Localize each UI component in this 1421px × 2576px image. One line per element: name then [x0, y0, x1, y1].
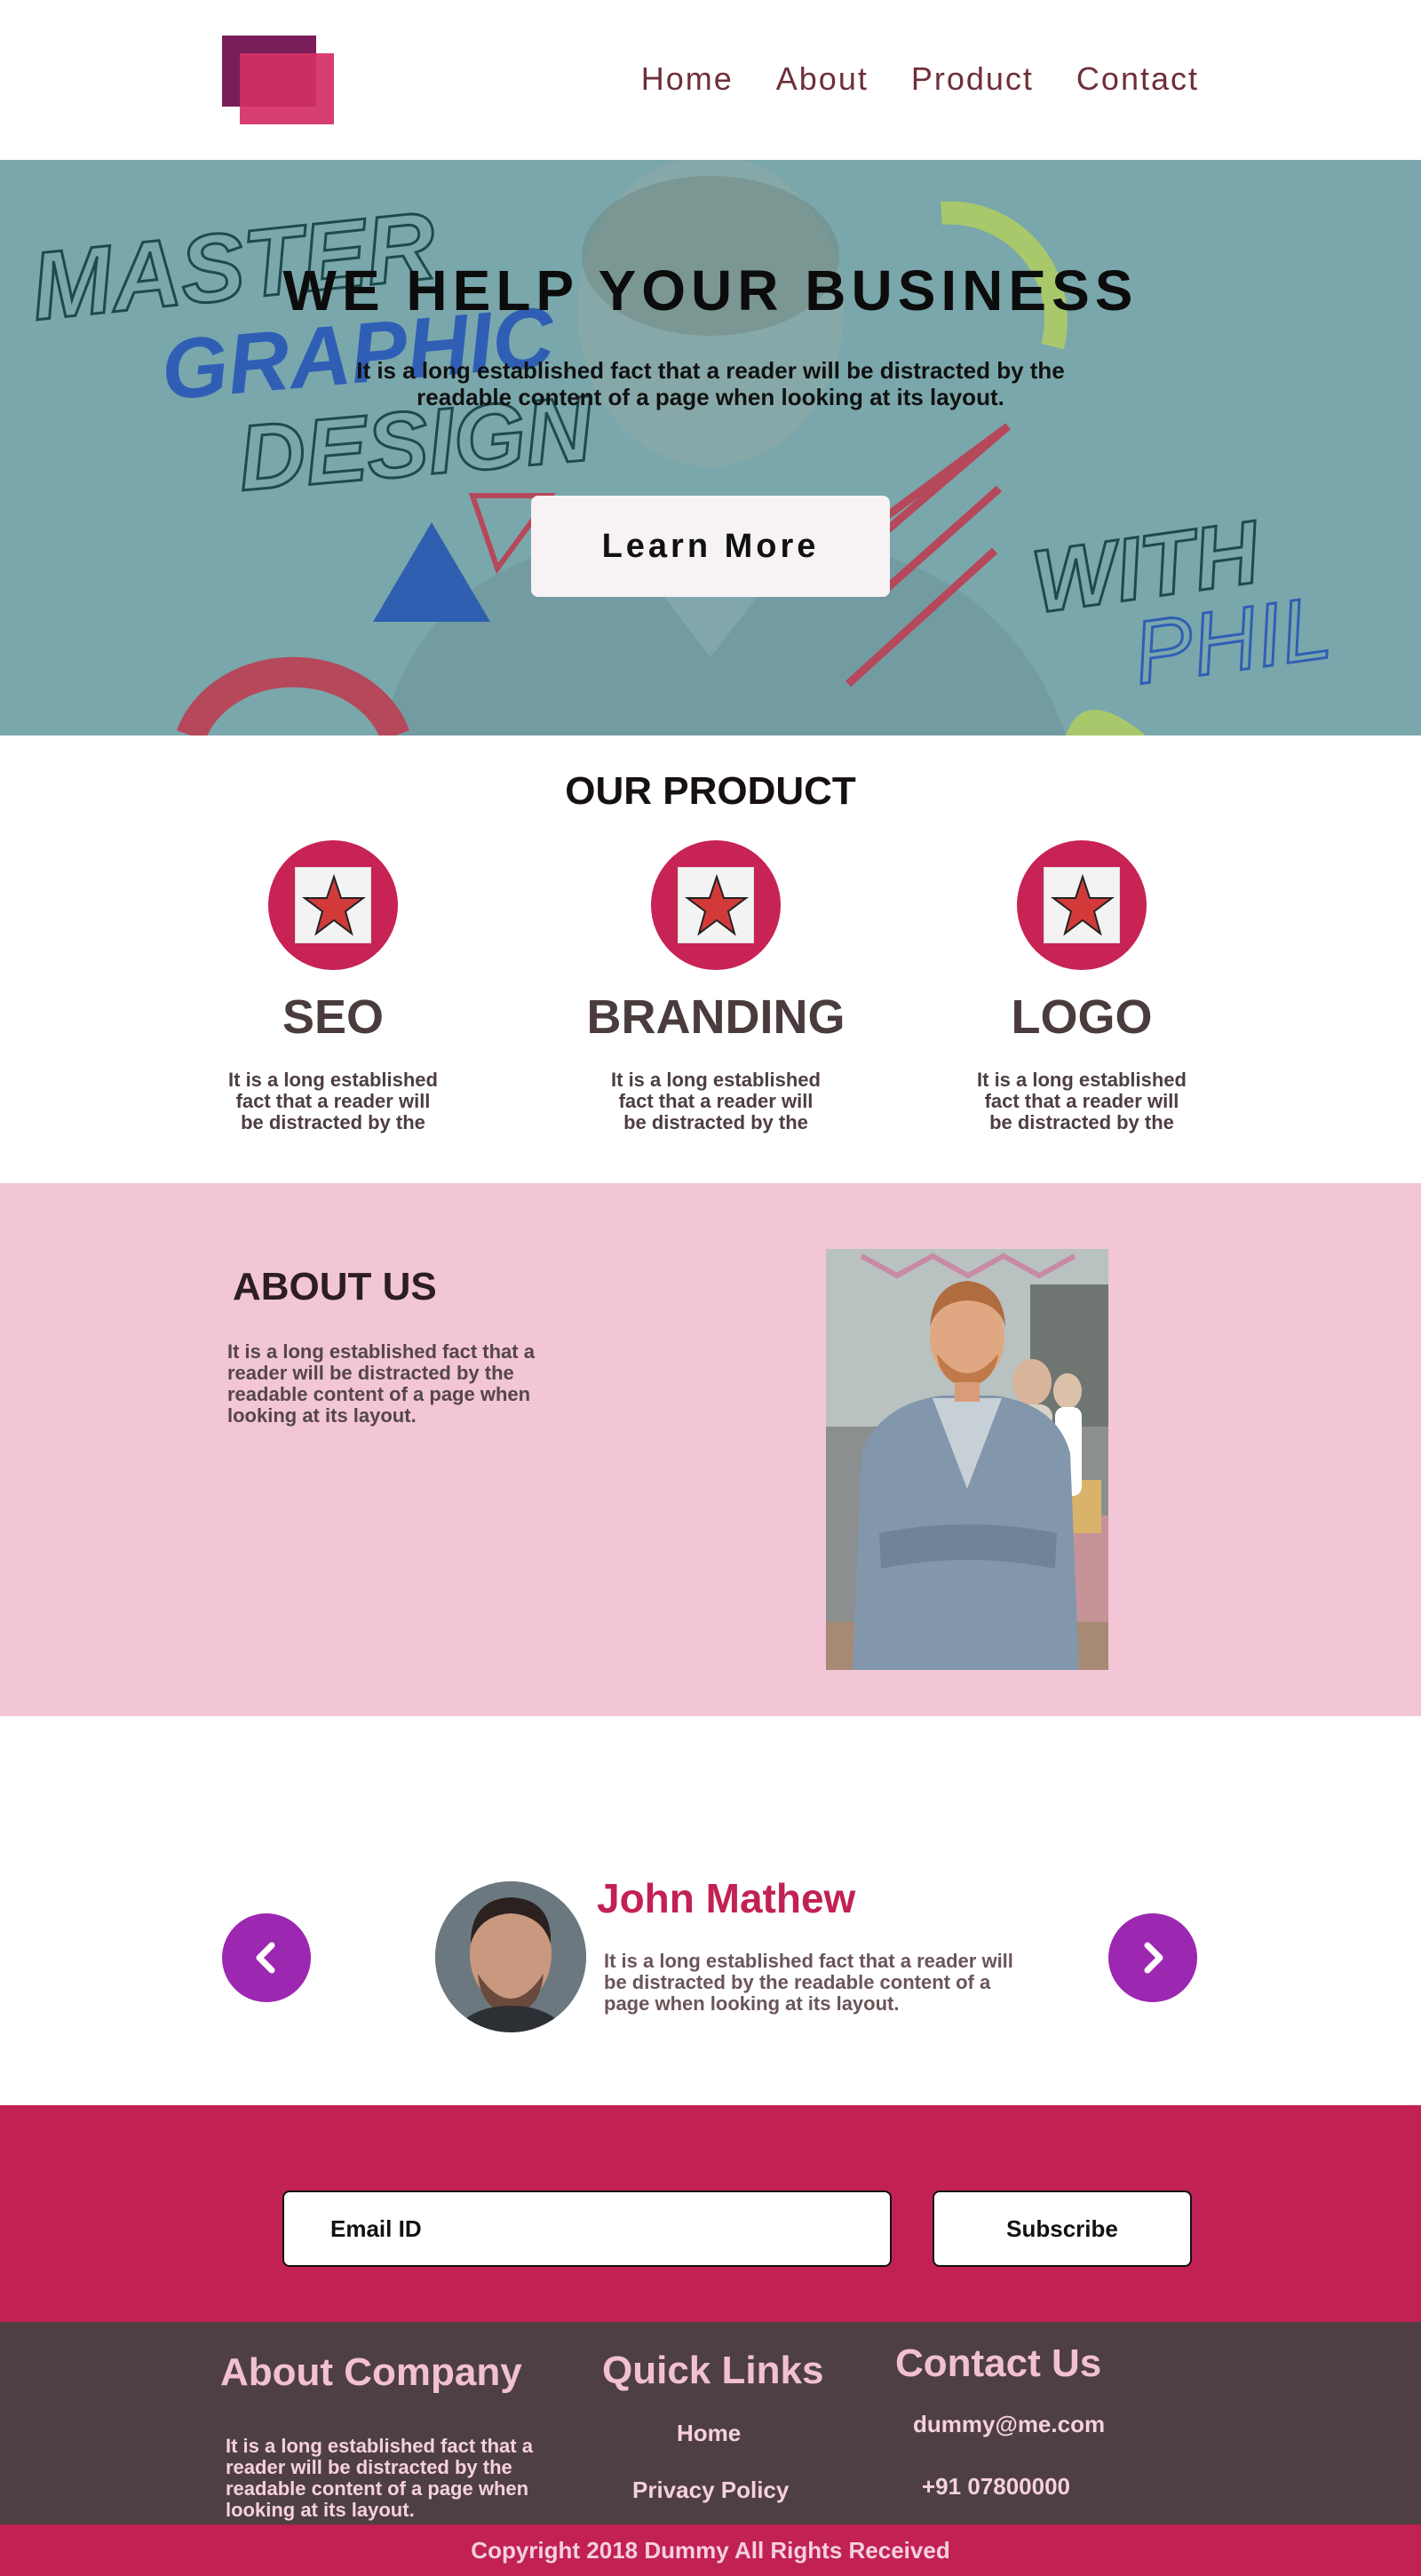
logo-square-front	[240, 53, 334, 124]
hero-graphic-lettering: MASTER GRAPHIC DESIGN WITH PHIL	[25, 189, 1338, 704]
hero-subtitle: It is a long established fact that a rea…	[356, 357, 1065, 410]
nav-home[interactable]: Home	[641, 60, 734, 98]
footer-about-text: It is a long established fact that a rea…	[226, 2435, 533, 2521]
about-title: ABOUT US	[233, 1265, 437, 1308]
about-photo	[826, 1249, 1108, 1670]
next-testimonial-button[interactable]	[1108, 1913, 1197, 2002]
hero-banner: MASTER GRAPHIC DESIGN WITH PHIL WE HELP …	[0, 160, 1421, 735]
testimonial-text: It is a long established fact that a rea…	[604, 1950, 1013, 2015]
email-field[interactable]	[282, 2190, 892, 2267]
products-section: OUR PRODUCT SEO It is a long established…	[0, 735, 1421, 1183]
chevron-right-icon	[1144, 1942, 1163, 1974]
footer-phone-link[interactable]: +91 07800000	[922, 2473, 1070, 2500]
product-name: BRANDING	[586, 990, 845, 1044]
site-footer: About Company It is a long established f…	[0, 2322, 1421, 2524]
testimonial-name: John Mathew	[597, 1875, 856, 1921]
logo[interactable]	[222, 36, 336, 124]
avatar	[435, 1881, 586, 2032]
star-icon	[1044, 867, 1120, 943]
product-desc: It is a long established fact that a rea…	[611, 1069, 821, 1133]
learn-more-button[interactable]: Learn More	[531, 496, 890, 597]
copyright-bar: Copyright 2018 Dummy All Rights Received	[0, 2524, 1421, 2576]
product-icon-circle	[268, 840, 398, 970]
footer-link-home[interactable]: Home	[677, 2420, 741, 2447]
page: Home About Product Contact MASTER GRAPHI…	[0, 0, 1421, 2576]
footer-link-privacy-policy[interactable]: Privacy Policy	[632, 2477, 789, 2504]
hero-title: WE HELP YOUR BUSINESS	[282, 258, 1139, 322]
about-section: ABOUT US It is a long established fact t…	[0, 1183, 1421, 1716]
subscribe-button[interactable]: Subscribe	[933, 2190, 1192, 2267]
product-name: SEO	[282, 990, 385, 1044]
footer-links-title: Quick Links	[602, 2349, 824, 2392]
product-card-logo[interactable]: LOGO It is a long established fact that …	[940, 840, 1224, 1133]
site-header: Home About Product Contact	[0, 0, 1421, 160]
main-nav: Home About Product Contact	[641, 60, 1199, 98]
testimonial-section: John Mathew It is a long established fac…	[0, 1716, 1421, 2105]
chevron-left-icon	[256, 1942, 275, 1974]
star-icon	[295, 867, 371, 943]
star-icon	[678, 867, 754, 943]
nav-product[interactable]: Product	[911, 60, 1034, 98]
product-icon-circle	[1017, 840, 1147, 970]
product-card-branding[interactable]: BRANDING It is a long established fact t…	[574, 840, 858, 1133]
subscribe-section: Subscribe	[0, 2105, 1421, 2322]
product-name: LOGO	[1011, 990, 1153, 1044]
prev-testimonial-button[interactable]	[222, 1913, 311, 2002]
footer-email-link[interactable]: dummy@me.com	[913, 2411, 1105, 2438]
product-desc: It is a long established fact that a rea…	[977, 1069, 1187, 1133]
about-text: It is a long established fact that a rea…	[227, 1340, 535, 1427]
products-title: OUR PRODUCT	[565, 769, 856, 813]
product-card-seo[interactable]: SEO It is a long established fact that a…	[191, 840, 475, 1133]
footer-about-title: About Company	[220, 2350, 522, 2394]
footer-contact-title: Contact Us	[895, 2341, 1102, 2385]
product-icon-circle	[651, 840, 781, 970]
product-desc: It is a long established fact that a rea…	[228, 1069, 438, 1133]
nav-contact[interactable]: Contact	[1076, 60, 1199, 98]
nav-about[interactable]: About	[776, 60, 869, 98]
